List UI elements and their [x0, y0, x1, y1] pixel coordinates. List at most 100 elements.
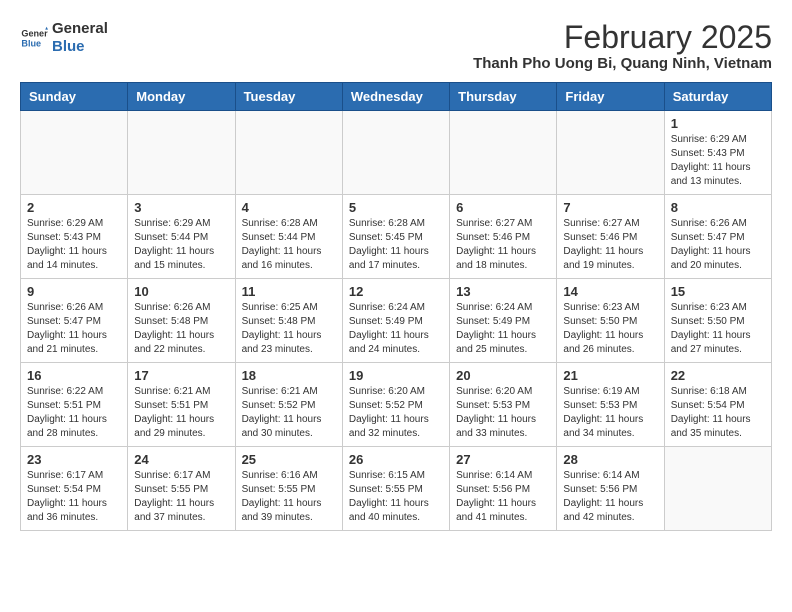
calendar-cell: 8Sunrise: 6:26 AM Sunset: 5:47 PM Daylig…: [664, 195, 771, 279]
day-info: Sunrise: 6:26 AM Sunset: 5:47 PM Dayligh…: [27, 301, 121, 357]
day-info: Sunrise: 6:20 AM Sunset: 5:52 PM Dayligh…: [349, 385, 443, 441]
day-info: Sunrise: 6:15 AM Sunset: 5:55 PM Dayligh…: [349, 469, 443, 525]
day-number: 28: [563, 452, 657, 467]
weekday-header-sunday: Sunday: [21, 83, 128, 111]
day-number: 23: [27, 452, 121, 467]
calendar-cell: 7 Sunrise: 6:27 AM Sunset: 5:46 PM Daylig…: [557, 195, 664, 279]
calendar-cell: 23 Sunrise: 6:17 AM Sunset: 5:54 PM Dayli…: [21, 447, 128, 531]
calendar-cell: 9 Sunrise: 6:26 AM Sunset: 5:47 PM Daylig…: [21, 279, 128, 363]
week-row-1: 1 Sunrise: 6:29 AM Sunset: 5:43 PM Daylig…: [21, 111, 772, 195]
day-info: Sunrise: 6:27 AM Sunset: 5:46 PM Dayligh…: [456, 217, 550, 273]
day-info: Sunrise: 6:19 AM Sunset: 5:53 PM Dayligh…: [563, 385, 657, 441]
day-info: Sunrise: 6:22 AM Sunset: 5:51 PM Dayligh…: [27, 385, 121, 441]
calendar-cell: [342, 111, 449, 195]
day-number: 21: [563, 368, 657, 383]
weekday-header-monday: Monday: [128, 83, 235, 111]
calendar-cell: [235, 111, 342, 195]
location-title: Thanh Pho Uong Bi, Quang Ninh, Vietnam: [473, 55, 772, 72]
calendar-cell: 5 Sunrise: 6:28 AM Sunset: 5:45 PM Daylig…: [342, 195, 449, 279]
day-number: 24: [134, 452, 228, 467]
calendar-cell: 3 Sunrise: 6:29 AM Sunset: 5:44 PM Daylig…: [128, 195, 235, 279]
week-row-3: 9 Sunrise: 6:26 AM Sunset: 5:47 PM Daylig…: [21, 279, 772, 363]
calendar-cell: 19 Sunrise: 6:20 AM Sunset: 5:52 PM Dayli…: [342, 363, 449, 447]
day-info: Sunrise: 6:21 AM Sunset: 5:52 PM Dayligh…: [242, 385, 336, 441]
day-info: Sunrise: 6:23 AM Sunset: 5:50 PM Dayligh…: [671, 301, 765, 357]
logo: General Blue General Blue: [20, 20, 108, 56]
calendar-cell: 16 Sunrise: 6:22 AM Sunset: 5:51 PM Dayli…: [21, 363, 128, 447]
day-info: Sunrise: 6:26 AM Sunset: 5:47 PM Dayligh…: [671, 217, 765, 273]
calendar-table: SundayMondayTuesdayWednesdayThursdayFrid…: [20, 82, 772, 531]
day-info: Sunrise: 6:29 AM Sunset: 5:43 PM Dayligh…: [27, 217, 121, 273]
weekday-header-wednesday: Wednesday: [342, 83, 449, 111]
month-title: February 2025: [473, 20, 772, 55]
calendar-cell: 27 Sunrise: 6:14 AM Sunset: 5:56 PM Dayli…: [450, 447, 557, 531]
day-info: Sunrise: 6:29 AM Sunset: 5:43 PM Dayligh…: [671, 133, 765, 189]
day-number: 9: [27, 284, 121, 299]
weekday-header-saturday: Saturday: [664, 83, 771, 111]
day-number: 10: [134, 284, 228, 299]
logo-text: General Blue: [52, 20, 108, 56]
page-header: General Blue General Blue February 2025 …: [20, 20, 772, 72]
title-block: February 2025 Thanh Pho Uong Bi, Quang N…: [473, 20, 772, 72]
week-row-5: 23 Sunrise: 6:17 AM Sunset: 5:54 PM Dayli…: [21, 447, 772, 531]
week-row-2: 2Sunrise: 6:29 AM Sunset: 5:43 PM Daylig…: [21, 195, 772, 279]
calendar-cell: 18 Sunrise: 6:21 AM Sunset: 5:52 PM Dayli…: [235, 363, 342, 447]
day-number: 13: [456, 284, 550, 299]
calendar-cell: 25 Sunrise: 6:16 AM Sunset: 5:55 PM Dayli…: [235, 447, 342, 531]
day-info: Sunrise: 6:26 AM Sunset: 5:48 PM Dayligh…: [134, 301, 228, 357]
day-number: 22: [671, 368, 765, 383]
day-info: Sunrise: 6:21 AM Sunset: 5:51 PM Dayligh…: [134, 385, 228, 441]
calendar-cell: 26 Sunrise: 6:15 AM Sunset: 5:55 PM Dayli…: [342, 447, 449, 531]
day-number: 11: [242, 284, 336, 299]
day-info: Sunrise: 6:28 AM Sunset: 5:45 PM Dayligh…: [349, 217, 443, 273]
calendar-cell: 11 Sunrise: 6:25 AM Sunset: 5:48 PM Dayli…: [235, 279, 342, 363]
calendar-cell: [128, 111, 235, 195]
day-info: Sunrise: 6:14 AM Sunset: 5:56 PM Dayligh…: [563, 469, 657, 525]
calendar-cell: [664, 447, 771, 531]
calendar-cell: 10 Sunrise: 6:26 AM Sunset: 5:48 PM Dayli…: [128, 279, 235, 363]
day-number: 25: [242, 452, 336, 467]
calendar-cell: 14 Sunrise: 6:23 AM Sunset: 5:50 PM Dayli…: [557, 279, 664, 363]
svg-text:Blue: Blue: [21, 38, 41, 48]
calendar-cell: 22 Sunrise: 6:18 AM Sunset: 5:54 PM Dayli…: [664, 363, 771, 447]
day-number: 15: [671, 284, 765, 299]
calendar-cell: 2Sunrise: 6:29 AM Sunset: 5:43 PM Daylig…: [21, 195, 128, 279]
calendar-cell: [557, 111, 664, 195]
day-info: Sunrise: 6:24 AM Sunset: 5:49 PM Dayligh…: [456, 301, 550, 357]
day-number: 3: [134, 200, 228, 215]
day-info: Sunrise: 6:29 AM Sunset: 5:44 PM Dayligh…: [134, 217, 228, 273]
calendar-cell: 12Sunrise: 6:24 AM Sunset: 5:49 PM Dayli…: [342, 279, 449, 363]
calendar-cell: [450, 111, 557, 195]
logo-icon: General Blue: [20, 24, 48, 52]
day-info: Sunrise: 6:14 AM Sunset: 5:56 PM Dayligh…: [456, 469, 550, 525]
day-number: 17: [134, 368, 228, 383]
calendar-cell: 28 Sunrise: 6:14 AM Sunset: 5:56 PM Dayli…: [557, 447, 664, 531]
day-number: 16: [27, 368, 121, 383]
day-info: Sunrise: 6:16 AM Sunset: 5:55 PM Dayligh…: [242, 469, 336, 525]
calendar-cell: 15 Sunrise: 6:23 AM Sunset: 5:50 PM Dayli…: [664, 279, 771, 363]
calendar-cell: 13 Sunrise: 6:24 AM Sunset: 5:49 PM Dayli…: [450, 279, 557, 363]
day-info: Sunrise: 6:17 AM Sunset: 5:54 PM Dayligh…: [27, 469, 121, 525]
weekday-header-row: SundayMondayTuesdayWednesdayThursdayFrid…: [21, 83, 772, 111]
day-number: 1: [671, 116, 765, 131]
day-info: Sunrise: 6:20 AM Sunset: 5:53 PM Dayligh…: [456, 385, 550, 441]
day-info: Sunrise: 6:27 AM Sunset: 5:46 PM Dayligh…: [563, 217, 657, 273]
day-number: 14: [563, 284, 657, 299]
calendar-cell: [21, 111, 128, 195]
day-number: 7: [563, 200, 657, 215]
day-number: 27: [456, 452, 550, 467]
calendar-cell: 21 Sunrise: 6:19 AM Sunset: 5:53 PM Dayli…: [557, 363, 664, 447]
day-number: 19: [349, 368, 443, 383]
day-number: 18: [242, 368, 336, 383]
day-info: Sunrise: 6:25 AM Sunset: 5:48 PM Dayligh…: [242, 301, 336, 357]
day-number: 26: [349, 452, 443, 467]
weekday-header-tuesday: Tuesday: [235, 83, 342, 111]
day-info: Sunrise: 6:17 AM Sunset: 5:55 PM Dayligh…: [134, 469, 228, 525]
week-row-4: 16 Sunrise: 6:22 AM Sunset: 5:51 PM Dayli…: [21, 363, 772, 447]
day-info: Sunrise: 6:18 AM Sunset: 5:54 PM Dayligh…: [671, 385, 765, 441]
day-number: 5: [349, 200, 443, 215]
day-info: Sunrise: 6:23 AM Sunset: 5:50 PM Dayligh…: [563, 301, 657, 357]
calendar-cell: 1 Sunrise: 6:29 AM Sunset: 5:43 PM Daylig…: [664, 111, 771, 195]
calendar-cell: 17 Sunrise: 6:21 AM Sunset: 5:51 PM Dayli…: [128, 363, 235, 447]
weekday-header-friday: Friday: [557, 83, 664, 111]
